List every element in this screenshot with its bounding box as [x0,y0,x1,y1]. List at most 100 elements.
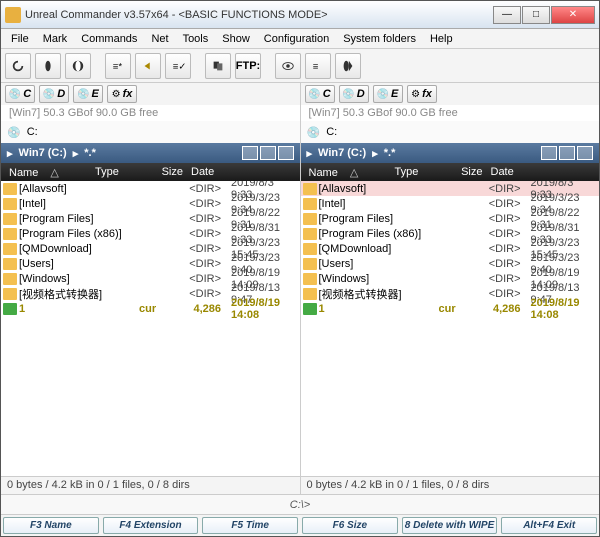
left-filelist[interactable]: [Allavsoft]<DIR>2019/8/3 9:33[Intel]<DIR… [1,181,300,476]
f6-button[interactable]: F6 Size [302,517,398,534]
toolbar: ≡* ≡✓ FTP: ≡ [1,49,599,83]
menu-mark[interactable]: Mark [37,31,73,47]
col-name[interactable]: Name△ [1,164,91,181]
menu-net[interactable]: Net [145,31,174,47]
menubar: File Mark Commands Net Tools Show Config… [1,29,599,49]
file-name: [Program Files] [19,213,139,225]
col-size[interactable]: Size [139,164,187,180]
f4-button[interactable]: F4 Extension [103,517,199,534]
close-button[interactable]: ✕ [551,6,595,24]
f5-button[interactable]: F5 Time [202,517,298,534]
path-mini-1[interactable] [541,146,557,160]
file-name: [Program Files] [319,213,439,225]
f8-button[interactable]: 8 Delete with WIPE [402,517,498,534]
menu-commands[interactable]: Commands [75,31,143,47]
col-date[interactable]: Date [187,164,300,180]
folder-icon [303,198,317,210]
slide-icon[interactable] [335,53,361,79]
left-freespace: [Win7] 50.3 GBof 90.0 GB free [1,105,300,121]
titlebar[interactable]: Unreal Commander v3.57x64 - <BASIC FUNCT… [1,1,599,29]
drive-e-button[interactable]: 💿E [373,85,403,103]
folder-icon [3,213,17,225]
right-filelist[interactable]: [Allavsoft]<DIR>2019/8/3 9:33[Intel]<DIR… [301,181,600,476]
col-type[interactable]: Type [91,164,139,180]
drive-c-button[interactable]: 💿C [305,85,335,103]
path-mini-1[interactable] [242,146,258,160]
left-columns: Name△ Type Size Date [1,163,300,181]
file-name: [Allavsoft] [319,183,439,195]
file-size: <DIR> [173,288,221,300]
drive-e-button[interactable]: 💿E [73,85,103,103]
minimize-button[interactable]: — [493,6,521,24]
list-small-icon[interactable]: ≡ [305,53,331,79]
file-name: [Windows] [319,273,439,285]
path-mini-2[interactable] [260,146,276,160]
col-size[interactable]: Size [439,164,487,180]
left-pathbar[interactable]: ▸ Win7 (C:) ▸ *.* [1,143,300,163]
menu-tools[interactable]: Tools [177,31,215,47]
file-date: 2019/8/19 14:08 [521,297,598,321]
menu-show[interactable]: Show [216,31,256,47]
drive-fx-button[interactable]: ⚙fx [107,85,137,103]
file-size: 4,286 [173,303,221,315]
f3-button[interactable]: F3 Name [3,517,99,534]
chevron-right-icon: ▸ [307,147,313,160]
list-asterisk-icon[interactable]: ≡* [105,53,131,79]
undo-icon[interactable] [135,53,161,79]
right-curdrive[interactable]: 💿 C: [301,121,600,143]
menu-file[interactable]: File [5,31,35,47]
drive-fx-button[interactable]: ⚙fx [407,85,437,103]
drive-d-button[interactable]: 💿D [339,85,369,103]
path-mini-2[interactable] [559,146,575,160]
maximize-button[interactable]: □ [522,6,550,24]
path-label: Win7 (C:) [19,147,67,159]
file-name: [视频格式转换器] [319,286,439,302]
file-name: [QMDownload] [19,243,139,255]
eye-icon[interactable] [275,53,301,79]
panel-left-icon[interactable] [35,53,61,79]
folder-icon [303,273,317,285]
file-size: <DIR> [173,228,221,240]
refresh-icon[interactable] [5,53,31,79]
file-icon [303,303,317,315]
menu-systemfolders[interactable]: System folders [337,31,422,47]
left-curdrive[interactable]: 💿 C: [1,121,300,143]
right-pathbar[interactable]: ▸ Win7 (C:) ▸ *.* [301,143,600,163]
path-mini-3[interactable] [577,146,593,160]
sort-asc-icon: △ [346,165,362,181]
altf4-button[interactable]: Alt+F4 Exit [501,517,597,534]
list-item[interactable]: 1cur4,2862019/8/19 14:08 [301,301,600,316]
chevron-right-icon: ▸ [73,147,79,160]
file-name: [Program Files (x86)] [319,228,439,240]
right-drivebar: 💿C 💿D 💿E ⚙fx [301,83,600,105]
folder-icon [3,198,17,210]
svg-text:≡: ≡ [313,61,319,72]
file-type: cur [139,303,173,315]
file-size: <DIR> [473,213,521,225]
copy-icon[interactable] [205,53,231,79]
left-drivebar: 💿C 💿D 💿E ⚙fx [1,83,300,105]
path-crumb: *.* [84,147,96,159]
folder-icon [303,228,317,240]
drive-c-button[interactable]: 💿C [5,85,35,103]
path-mini-3[interactable] [278,146,294,160]
panel-right-icon[interactable] [65,53,91,79]
menu-help[interactable]: Help [424,31,459,47]
right-pane: 💿C 💿D 💿E ⚙fx [Win7] 50.3 GBof 90.0 GB fr… [301,83,600,494]
window-title: Unreal Commander v3.57x64 - <BASIC FUNCT… [25,9,493,21]
menu-configuration[interactable]: Configuration [258,31,335,47]
col-type[interactable]: Type [391,164,439,180]
file-size: <DIR> [473,228,521,240]
path-label: Win7 (C:) [318,147,366,159]
command-line[interactable]: C:\> [1,494,599,514]
drive-icon: 💿 [307,126,321,139]
file-name: [Intel] [19,198,139,210]
col-name[interactable]: Name△ [301,164,391,181]
ftp-label[interactable]: FTP: [235,53,261,79]
file-size: <DIR> [173,213,221,225]
list-item[interactable]: 1cur4,2862019/8/19 14:08 [1,301,300,316]
list-check-icon[interactable]: ≡✓ [165,53,191,79]
col-date[interactable]: Date [487,164,600,180]
file-type: cur [439,303,473,315]
drive-d-button[interactable]: 💿D [39,85,69,103]
